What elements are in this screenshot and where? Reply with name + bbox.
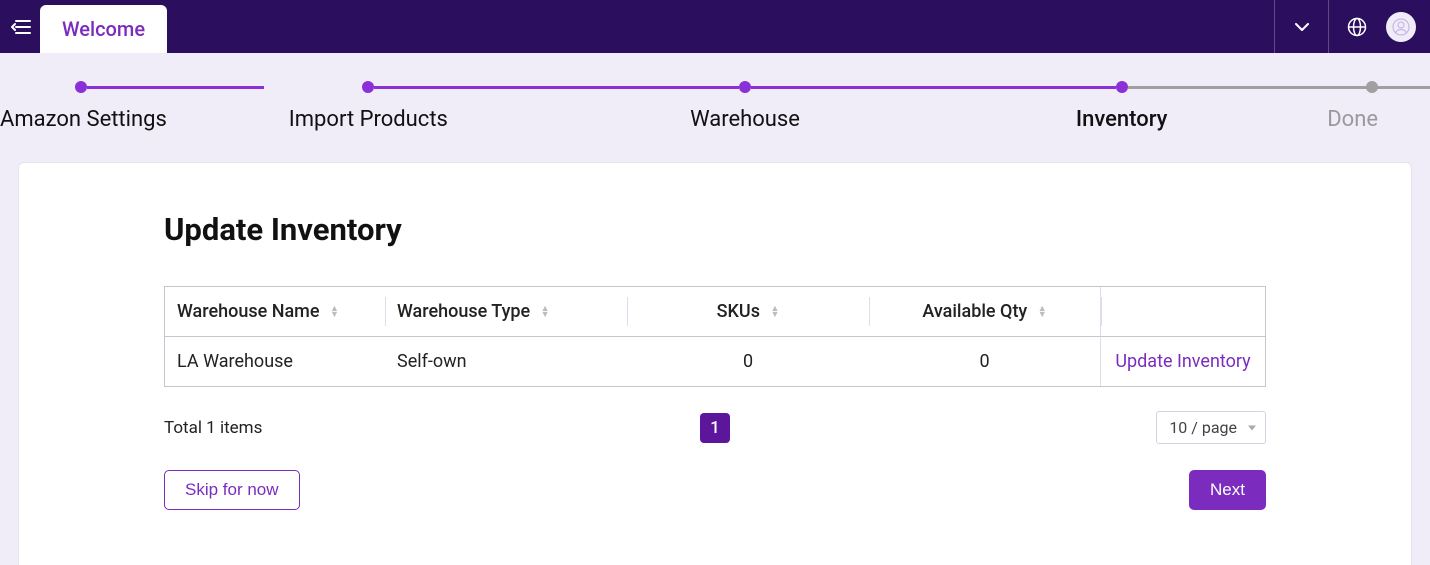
step-amazon-settings[interactable]: Amazon Settings <box>0 81 180 132</box>
table-header-row: Warehouse Name ▲▼ Warehouse Type ▲▼ SKUs… <box>165 287 1265 336</box>
language-button[interactable] <box>1329 0 1384 53</box>
step-label: Amazon Settings <box>0 107 167 132</box>
col-skus[interactable]: SKUs ▲▼ <box>627 287 869 336</box>
step-dot <box>739 81 751 93</box>
col-warehouse-type[interactable]: Warehouse Type ▲▼ <box>385 287 627 336</box>
menu-collapse-icon <box>11 18 31 36</box>
chevron-down-icon <box>1295 23 1309 31</box>
main-card: Update Inventory Warehouse Name ▲▼ Wareh… <box>18 162 1412 565</box>
col-label: SKUs <box>717 301 760 322</box>
col-action <box>1100 287 1265 336</box>
page-number-button[interactable]: 1 <box>700 413 730 443</box>
menu-toggle-button[interactable] <box>4 0 38 53</box>
step-label: Inventory <box>1076 107 1168 132</box>
col-label: Warehouse Name <box>177 301 320 322</box>
setup-stepper: Amazon Settings Import Products Warehous… <box>0 53 1430 144</box>
skip-button[interactable]: Skip for now <box>164 470 300 510</box>
skip-button-label: Skip for now <box>185 480 279 499</box>
col-label: Warehouse Type <box>397 301 530 322</box>
page-size-select[interactable]: 10 / page <box>1156 411 1266 444</box>
cell-warehouse-name: LA Warehouse <box>165 336 385 386</box>
sort-icon: ▲▼ <box>330 306 339 318</box>
step-line <box>1128 86 1430 89</box>
tab-welcome-label: Welcome <box>62 17 145 41</box>
step-dot <box>1116 81 1128 93</box>
step-label: Warehouse <box>690 107 800 132</box>
sort-icon: ▲▼ <box>770 306 779 318</box>
topbar-dropdown-button[interactable] <box>1274 0 1329 53</box>
step-label: Import Products <box>289 107 448 132</box>
next-button[interactable]: Next <box>1189 470 1266 510</box>
page-title: Update Inventory <box>164 211 1266 248</box>
col-warehouse-name[interactable]: Warehouse Name ▲▼ <box>165 287 385 336</box>
step-dot <box>75 81 87 93</box>
step-line <box>374 86 739 89</box>
action-row: Skip for now Next <box>164 470 1266 510</box>
table-footer: Total 1 items 1 10 / page <box>164 411 1266 444</box>
tab-welcome[interactable]: Welcome <box>40 5 167 53</box>
step-line <box>751 86 1116 89</box>
table-row: LA Warehouse Self-own 0 0 Update Invento… <box>165 336 1265 386</box>
sort-icon: ▲▼ <box>541 306 550 318</box>
next-button-label: Next <box>1210 480 1245 499</box>
page-size-label: 10 / page <box>1169 418 1237 437</box>
cell-available-qty: 0 <box>869 336 1100 386</box>
cell-skus: 0 <box>627 336 869 386</box>
step-line <box>87 86 264 89</box>
user-avatar[interactable] <box>1386 12 1416 42</box>
globe-icon <box>1347 17 1367 37</box>
col-available-qty[interactable]: Available Qty ▲▼ <box>869 287 1100 336</box>
step-dot <box>362 81 374 93</box>
avatar-icon <box>1392 18 1410 36</box>
top-bar: Welcome <box>0 0 1430 53</box>
step-label: Done <box>1327 107 1378 132</box>
total-items-text: Total 1 items <box>164 418 262 438</box>
sort-icon: ▲▼ <box>1038 306 1047 318</box>
inventory-table: Warehouse Name ▲▼ Warehouse Type ▲▼ SKUs… <box>164 286 1266 387</box>
topbar-right <box>1274 0 1430 53</box>
col-label: Available Qty <box>922 301 1027 322</box>
step-dot <box>1366 81 1378 93</box>
cell-action: Update Inventory <box>1100 336 1265 386</box>
update-inventory-link[interactable]: Update Inventory <box>1115 351 1250 372</box>
cell-warehouse-type: Self-own <box>385 336 627 386</box>
